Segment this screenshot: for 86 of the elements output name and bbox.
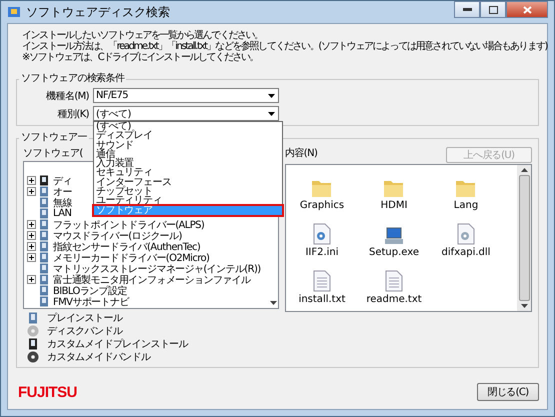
- file-name[interactable]: Setup.exe: [368, 247, 420, 258]
- tree-item[interactable]: 指紋センサードライバ(AuthenTec): [53, 240, 200, 254]
- monitor-icon[interactable]: [382, 227, 406, 245]
- software-package-icon: [39, 241, 50, 252]
- tree-item[interactable]: ディ: [53, 174, 72, 188]
- file-name[interactable]: IIF2.ini: [305, 247, 339, 258]
- instruction-text: ※ソフトウェアは、Cドライブにインストールしてください。: [22, 52, 258, 63]
- file-name[interactable]: Graphics: [300, 200, 344, 211]
- window-title: ソフトウェアディスク検索: [26, 4, 170, 20]
- tree-item[interactable]: マトリックスストレージマネージャ(インテル(R)): [53, 262, 261, 276]
- software-package-icon: [39, 274, 50, 285]
- file-name[interactable]: difxapi.dll: [442, 247, 490, 258]
- fujitsu-logo: FUJITSU: [18, 384, 78, 401]
- expand-icon[interactable]: [27, 231, 36, 240]
- tree-label: ソフトウェア(: [23, 147, 83, 161]
- app-icon: [7, 5, 21, 19]
- model-dropdown[interactable]: NF/E75: [93, 88, 279, 103]
- software-package-icon: [39, 296, 50, 307]
- tree-item[interactable]: オー: [53, 184, 72, 198]
- dropdown-arrow-icon: [268, 112, 275, 116]
- software-package-icon: [39, 252, 50, 263]
- field-label: 機種名(M): [45, 90, 90, 102]
- file-name[interactable]: install.txt: [298, 294, 346, 305]
- software-package-icon: [39, 186, 50, 197]
- dropdown-option[interactable]: ユーティリティ: [94, 196, 282, 206]
- file-name[interactable]: HDMI: [380, 200, 408, 211]
- tree-item[interactable]: LAN: [53, 208, 72, 219]
- software-package-icon: [39, 285, 50, 296]
- file-name[interactable]: Lang: [454, 200, 478, 211]
- tree-item[interactable]: BIBLOランプ設定: [53, 284, 127, 298]
- tree-item[interactable]: メモリーカードドライバー(O2Micro): [53, 250, 210, 264]
- expand-icon[interactable]: [27, 253, 36, 262]
- legend-label: カスタムメイドプレインストール: [47, 338, 188, 351]
- scroll-down-arrow-icon: [270, 301, 276, 305]
- software-package-icon: [39, 197, 50, 208]
- minimize-button[interactable]: [454, 1, 480, 18]
- expand-icon[interactable]: [27, 220, 36, 229]
- software-package-icon: [39, 219, 50, 230]
- category-dropdown[interactable]: (すべて): [93, 106, 279, 121]
- dropdown-option[interactable]: ディスプレイ: [94, 131, 282, 141]
- tree-item[interactable]: マウスドライバー(ロジクール): [53, 228, 182, 242]
- disc-icon: [27, 351, 39, 363]
- dropdown-option[interactable]: インターフェース: [94, 178, 282, 188]
- close-button[interactable]: [506, 1, 548, 18]
- document-icon[interactable]: [457, 223, 475, 245]
- dropdown-option[interactable]: セキュリティ: [94, 168, 282, 178]
- field-label: 種別(K): [56, 108, 90, 120]
- document-icon[interactable]: [313, 223, 331, 245]
- disc-icon: [27, 325, 39, 337]
- dropdown-option[interactable]: 入力装置: [94, 159, 282, 168]
- expand-icon[interactable]: [27, 275, 36, 284]
- close-icon: [522, 6, 532, 14]
- group-title: ソフトウェアの検索条件: [19, 73, 126, 85]
- instruction-text: インストールしたいソフトウェアを一覧から選んでください。: [22, 30, 263, 41]
- legend-label: ディスクバンドル: [47, 325, 122, 338]
- software-package-icon: [39, 263, 50, 274]
- expand-icon[interactable]: [27, 176, 36, 185]
- tree-item[interactable]: 富士通製モニタ用インフォメーションファイル: [53, 272, 250, 286]
- dropdown-arrow-icon: [268, 94, 275, 98]
- legend-label: プレインストール: [47, 312, 122, 325]
- tree-item[interactable]: フラットポイントドライバー(ALPS): [53, 218, 204, 232]
- dropdown-option[interactable]: サウンド: [94, 140, 282, 150]
- document-icon[interactable]: [385, 270, 403, 292]
- software-package-icon: [39, 175, 50, 186]
- dropdown-option[interactable]: チップセット: [94, 187, 282, 196]
- maximize-icon: [488, 6, 498, 14]
- close-dialog-button[interactable]: 閉じる(C): [477, 383, 539, 401]
- software-package-icon: [39, 208, 50, 219]
- document-icon[interactable]: [313, 270, 331, 292]
- scroll-down-arrow-icon: [520, 304, 528, 308]
- maximize-button[interactable]: [480, 1, 506, 18]
- minimize-icon: [462, 8, 472, 11]
- software-package-icon: [27, 338, 39, 350]
- contents-label: 内容(N): [285, 147, 318, 161]
- software-package-icon: [27, 312, 39, 324]
- tree-item[interactable]: FMVサポートナビ: [53, 294, 129, 308]
- scroll-up-arrow-icon: [520, 168, 528, 172]
- expand-icon[interactable]: [27, 242, 36, 251]
- legend-label: カスタムメイドバンドル: [47, 351, 150, 364]
- software-package-icon: [39, 230, 50, 241]
- file-name[interactable]: readme.txt: [366, 294, 422, 305]
- group-title: ソフトウェア一: [19, 132, 89, 144]
- tree-item[interactable]: 無線: [53, 196, 72, 210]
- instruction-text: インストール方法は、「readme.txt」「install.txt」などを参照してください。(ソフトウェアによっては用意されていない場合もあります): [22, 41, 548, 52]
- expand-icon[interactable]: [27, 187, 36, 196]
- scrollbar[interactable]: [517, 165, 531, 311]
